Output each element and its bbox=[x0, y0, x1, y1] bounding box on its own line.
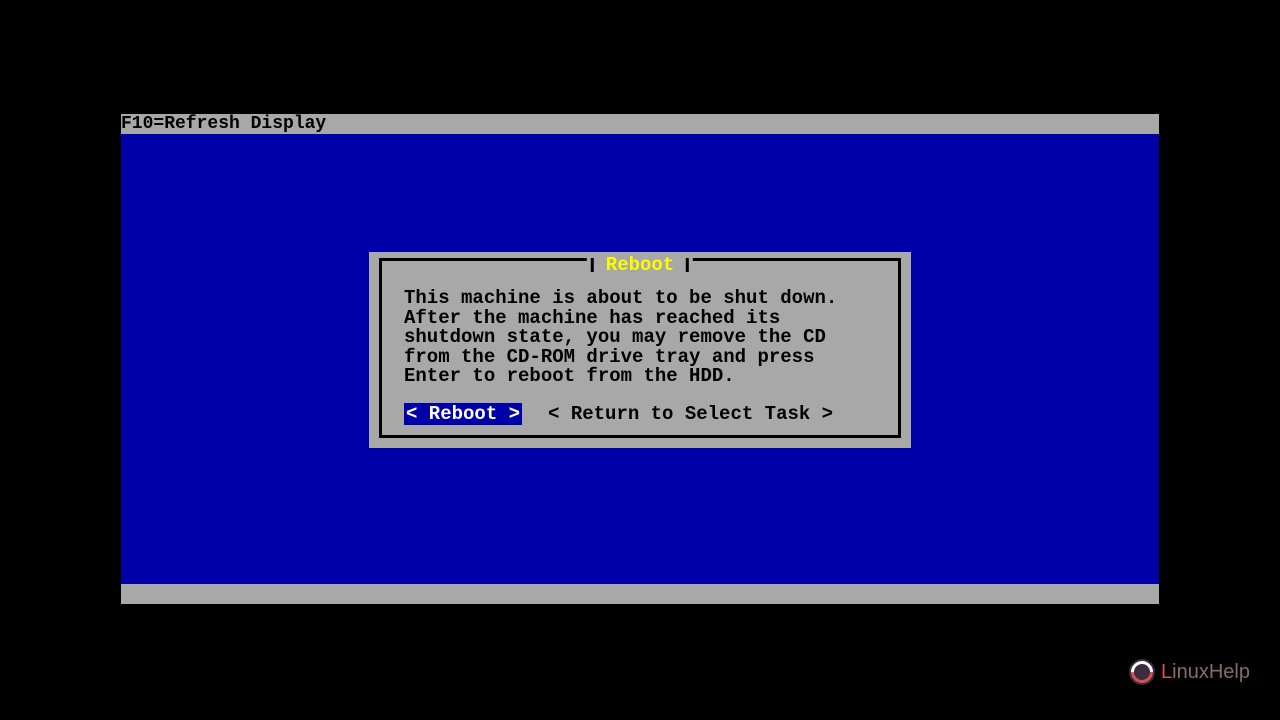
return-to-select-task-button[interactable]: < Return to Select Task > bbox=[548, 403, 833, 425]
background-area: Reboot This machine is about to be shut … bbox=[121, 134, 1159, 584]
title-tick-right bbox=[686, 258, 689, 272]
linuxhelp-logo-icon bbox=[1129, 659, 1155, 685]
top-hint-bar: F10=Refresh Display bbox=[121, 114, 1159, 134]
reboot-button[interactable]: < Reboot > bbox=[404, 403, 522, 425]
dialog-title: Reboot bbox=[594, 258, 686, 272]
bottom-bar bbox=[121, 584, 1159, 604]
terminal-screen: F10=Refresh Display Reboot This machine … bbox=[121, 114, 1159, 604]
linuxhelp-text: LinuxHelp bbox=[1161, 661, 1250, 684]
dialog-button-row: < Reboot > < Return to Select Task > bbox=[404, 403, 833, 425]
linuxhelp-watermark: LinuxHelp bbox=[1129, 659, 1250, 685]
dialog-body-text: This machine is about to be shut down. A… bbox=[404, 289, 882, 387]
reboot-dialog: Reboot This machine is about to be shut … bbox=[369, 252, 911, 448]
dialog-title-wrap: Reboot bbox=[587, 258, 693, 272]
dialog-border: Reboot This machine is about to be shut … bbox=[379, 258, 901, 438]
